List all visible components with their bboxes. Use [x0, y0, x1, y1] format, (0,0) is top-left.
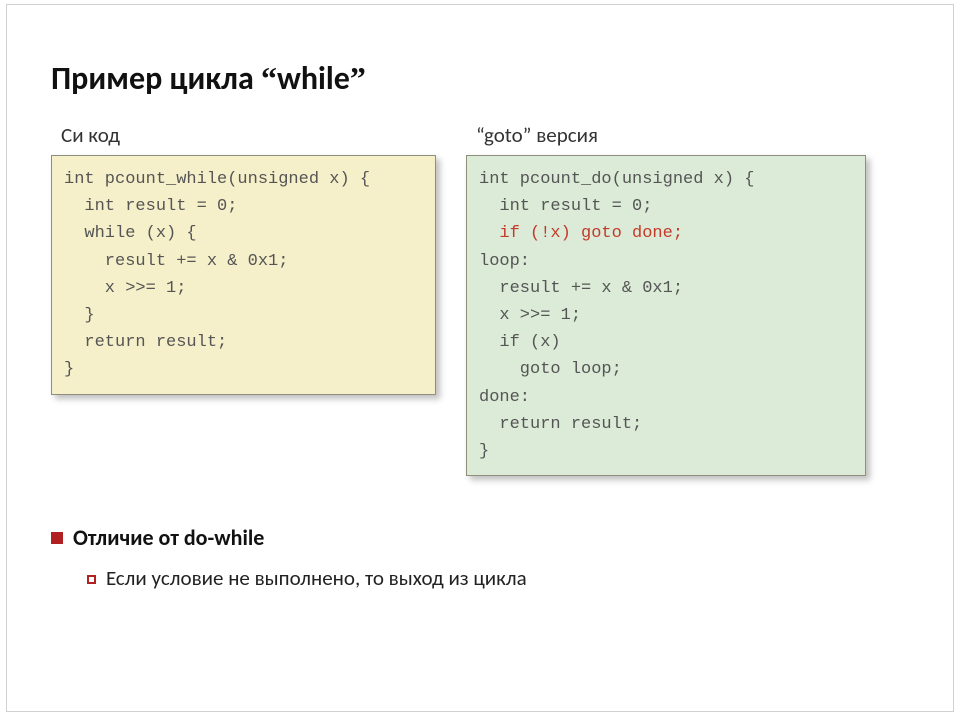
square-bullet-icon: [51, 532, 63, 544]
right-code-red: if (!x) goto done;: [479, 224, 683, 243]
title-prefix: Пример цикла: [51, 59, 261, 98]
right-heading-quoted: goto: [484, 122, 523, 148]
left-code: int pcount_while(unsigned x) { int resul…: [64, 170, 370, 379]
left-heading: Си код: [51, 124, 436, 147]
right-code-after: loop: result += x & 0x1; x >>= 1; if (x)…: [479, 252, 683, 461]
right-code-box: int pcount_do(unsigned x) { int result =…: [466, 155, 866, 476]
difference-section: Отличие от do-while Если условие не выпо…: [51, 524, 913, 591]
right-code-before: int pcount_do(unsigned x) { int result =…: [479, 170, 754, 216]
difference-heading: Отличие от do-while: [51, 524, 913, 551]
difference-point-text: Если условие не выполнено, то выход из ц…: [106, 565, 527, 591]
slide-title: Пример цикла “while”: [51, 59, 913, 98]
difference-heading-text: Отличие от do-while: [73, 524, 264, 551]
hollow-square-bullet-icon: [87, 575, 96, 584]
column-right: “goto” версия int pcount_do(unsigned x) …: [466, 124, 866, 476]
left-code-box: int pcount_while(unsigned x) { int resul…: [51, 155, 436, 395]
difference-point: Если условие не выполнено, то выход из ц…: [87, 565, 913, 591]
column-left: Си код int pcount_while(unsigned x) { in…: [51, 124, 436, 395]
right-heading: “goto” версия: [466, 124, 866, 147]
slide-frame: Пример цикла “while” Си код int pcount_w…: [6, 4, 954, 712]
right-heading-suffix: версия: [531, 122, 597, 148]
columns: Си код int pcount_while(unsigned x) { in…: [51, 124, 913, 476]
title-quoted: while: [277, 59, 350, 98]
